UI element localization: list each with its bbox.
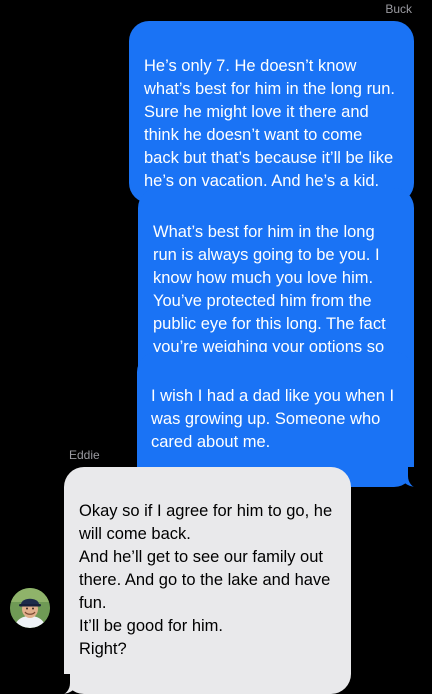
sender-name-label: Buck — [385, 2, 412, 16]
bubble-tail-icon — [58, 674, 78, 694]
message-text: Okay so if I agree for him to go, he wil… — [79, 502, 333, 658]
message-thread: Buck He’s only 7. He doesn’t know what’s… — [0, 0, 432, 694]
contact-avatar[interactable] — [10, 588, 50, 628]
message-text: He’s only 7. He doesn’t know what’s best… — [144, 57, 395, 190]
message-bubble-incoming[interactable]: Okay so if I agree for him to go, he wil… — [58, 467, 351, 694]
bubble-tail-icon — [400, 467, 420, 487]
message-text: I wish I had a dad like you when I was g… — [151, 387, 395, 451]
sender-name-label: Eddie — [69, 448, 100, 462]
message-bubble-outgoing[interactable]: He’s only 7. He doesn’t know what’s best… — [129, 21, 414, 203]
contact-photo-avatar-icon — [10, 588, 50, 628]
